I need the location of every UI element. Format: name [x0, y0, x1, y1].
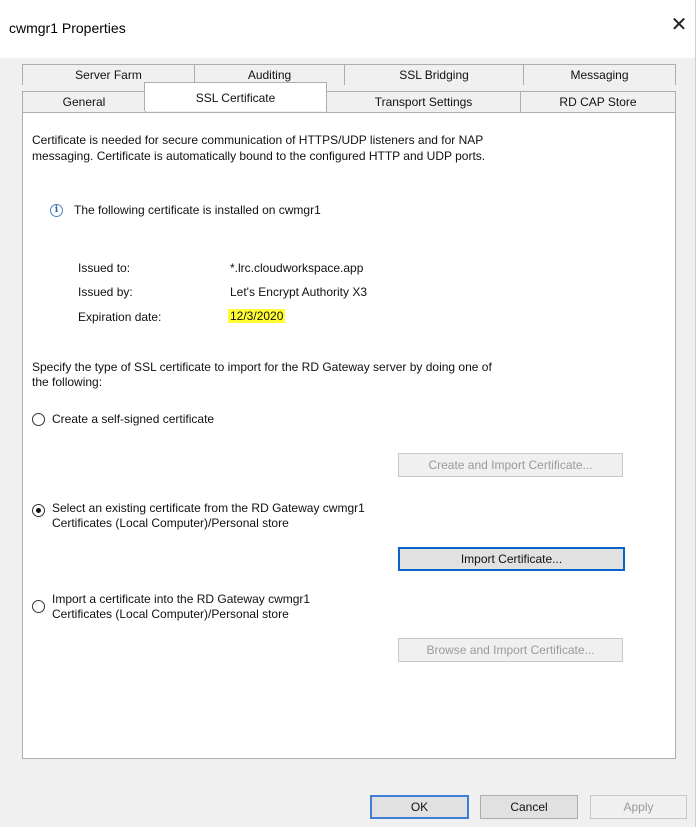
close-icon: ✕: [670, 14, 688, 36]
issued-to-label: Issued to:: [78, 261, 131, 275]
import-certificate-label-line1[interactable]: Import a certificate into the RD Gateway…: [52, 592, 310, 606]
import-certificate-button[interactable]: Import Certificate...: [398, 547, 625, 571]
issued-by-value: Let's Encrypt Authority X3: [230, 285, 368, 299]
title-bar: cwmgr1 Properties ✕: [0, 0, 696, 58]
expiration-date-value: 12/3/2020: [228, 309, 286, 323]
tab-messaging[interactable]: Messaging: [523, 64, 676, 85]
ok-button[interactable]: OK: [370, 795, 469, 819]
radio-self-signed[interactable]: [32, 413, 45, 426]
existing-certificate-label-line2[interactable]: Certificates (Local Computer)/Personal s…: [52, 516, 289, 530]
tab-ssl-bridging[interactable]: SSL Bridging: [344, 64, 524, 85]
create-import-certificate-button[interactable]: Create and Import Certificate...: [398, 453, 623, 477]
specify-text-line2: the following:: [32, 375, 103, 389]
intro-text-line1: Certificate is needed for secure communi…: [32, 133, 484, 147]
existing-certificate-label-line1[interactable]: Select an existing certificate from the …: [52, 501, 365, 515]
cancel-button[interactable]: Cancel: [480, 795, 578, 819]
tab-general[interactable]: General: [22, 91, 146, 112]
tab-row-bottom: General SSL Certificate Transport Settin…: [22, 82, 676, 112]
tab-ssl-certificate[interactable]: SSL Certificate: [144, 82, 327, 111]
info-icon: i: [50, 204, 63, 217]
specify-text-line1: Specify the type of SSL certificate to i…: [32, 360, 492, 374]
installed-text: The following certificate is installed o…: [74, 203, 321, 217]
radio-import-certificate[interactable]: [32, 600, 45, 613]
intro-text-line2: messaging. Certificate is automatically …: [32, 149, 486, 163]
dialog-title: cwmgr1 Properties: [9, 20, 126, 36]
close-button[interactable]: ✕: [668, 14, 690, 36]
browse-import-certificate-button[interactable]: Browse and Import Certificate...: [398, 638, 623, 662]
tab-rd-cap-store[interactable]: RD CAP Store: [520, 91, 676, 112]
ssl-certificate-panel: Certificate is needed for secure communi…: [22, 112, 676, 759]
self-signed-label[interactable]: Create a self-signed certificate: [52, 412, 214, 426]
import-certificate-label-line2[interactable]: Certificates (Local Computer)/Personal s…: [52, 607, 289, 621]
radio-existing-certificate[interactable]: [32, 504, 45, 517]
properties-dialog: cwmgr1 Properties ✕ Server Farm Auditing…: [0, 0, 696, 827]
tab-row-top: Server Farm Auditing SSL Bridging Messag…: [22, 64, 676, 86]
tab-transport-settings[interactable]: Transport Settings: [326, 91, 521, 112]
expiration-date-label: Expiration date:: [78, 310, 162, 324]
issued-to-value: *.lrc.cloudworkspace.app: [230, 261, 364, 275]
apply-button[interactable]: Apply: [590, 795, 687, 819]
issued-by-label: Issued by:: [78, 285, 133, 299]
